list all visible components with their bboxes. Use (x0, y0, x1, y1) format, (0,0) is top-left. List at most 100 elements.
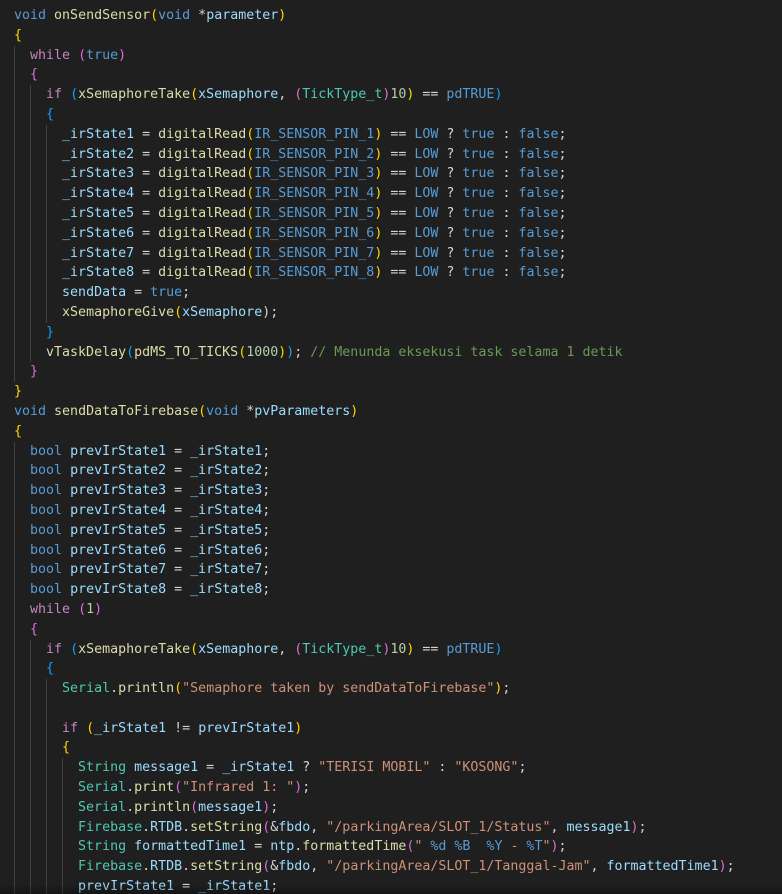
code-line[interactable]: _irState6 = digitalRead(IR_SENSOR_PIN_6)… (14, 223, 735, 244)
code-token: String (78, 760, 127, 776)
code-token: RTDB (150, 819, 183, 835)
code-line[interactable]: while (1) (14, 599, 735, 620)
code-line[interactable]: sendData = true; (14, 283, 735, 303)
code-line[interactable]: Serial.print("Infrared 1: "); (14, 778, 735, 798)
code-line[interactable]: _irState4 = digitalRead(IR_SENSOR_PIN_4)… (14, 184, 735, 204)
code-line[interactable]: } (14, 382, 735, 402)
code-token: // Menunda eksekusi task selama 1 detik (310, 344, 623, 360)
code-token: { (14, 27, 23, 43)
code-line[interactable]: { (14, 659, 735, 680)
code-token: ; (558, 126, 567, 142)
code-line[interactable]: bool prevIrState4 = _irState4; (14, 500, 735, 521)
code-line[interactable]: { (14, 738, 735, 759)
code-token: false (518, 126, 559, 142)
code-area[interactable]: void onSendSensor(void *parameter){ whil… (14, 6, 735, 894)
code-token: { (30, 621, 39, 637)
code-token: %T (526, 839, 543, 855)
code-token: IR_SENSOR_PIN_4 (254, 186, 375, 202)
indent-guide (30, 659, 32, 680)
code-line[interactable]: _irState8 = digitalRead(IR_SENSOR_PIN_8)… (14, 263, 735, 284)
code-line[interactable]: bool prevIrState2 = _irState2; (14, 461, 735, 482)
code-token: ; (558, 205, 567, 221)
code-token: } (30, 364, 39, 380)
code-line[interactable]: bool prevIrState6 = _irState6; (14, 540, 735, 561)
code-editor[interactable]: void onSendSensor(void *parameter){ whil… (0, 0, 782, 894)
code-token: ? (294, 760, 319, 776)
code-token: ) (550, 839, 559, 855)
indent-guide (30, 144, 32, 165)
code-line[interactable]: bool prevIrState8 = _irState8; (14, 580, 735, 600)
code-line[interactable]: _irState2 = digitalRead(IR_SENSOR_PIN_2)… (14, 144, 735, 165)
code-line[interactable]: _irState3 = digitalRead(IR_SENSOR_PIN_3)… (14, 164, 735, 185)
code-token: String (78, 839, 127, 855)
code-line[interactable]: vTaskDelay(pdMS_TO_TICKS(1000)); // Menu… (14, 342, 735, 363)
code-token: : (494, 126, 519, 142)
code-line[interactable]: void sendDataToFirebase(void *pvParamete… (14, 402, 735, 422)
code-token: ( (174, 681, 183, 697)
code-token: . (182, 819, 191, 835)
code-line[interactable]: String formattedTime1 = ntp.formattedTim… (14, 837, 735, 858)
code-token: { (30, 67, 39, 83)
code-token: ( (198, 403, 207, 419)
code-line[interactable]: { (14, 65, 735, 86)
code-line[interactable]: _irState5 = digitalRead(IR_SENSOR_PIN_5)… (14, 203, 735, 224)
code-token: ; (558, 839, 567, 855)
code-line[interactable]: void onSendSensor(void *parameter) (14, 6, 735, 26)
code-line[interactable]: } (14, 362, 735, 383)
code-token: setString (190, 819, 263, 835)
code-token: bool (30, 542, 63, 558)
code-line[interactable]: _irState7 = digitalRead(IR_SENSOR_PIN_7)… (14, 243, 735, 264)
code-token: pdTRUE (446, 641, 495, 657)
indent-guide (14, 679, 15, 699)
code-token: prevIrState7 (70, 562, 167, 578)
indent-guide (46, 718, 48, 739)
code-line[interactable]: { (14, 104, 735, 125)
code-line[interactable]: Serial.println("Semaphore taken by sendD… (14, 679, 735, 699)
code-token: ( (70, 87, 79, 103)
code-token: ? (438, 126, 463, 142)
code-token: false (518, 245, 559, 261)
code-token: formattedTime1 (606, 859, 719, 875)
indent-guide (14, 342, 15, 363)
code-line[interactable]: if (xSemaphoreTake(xSemaphore, (TickType… (14, 85, 735, 105)
code-line[interactable] (14, 698, 735, 719)
code-line[interactable]: bool prevIrState1 = _irState1; (14, 441, 735, 462)
code-token: IR_SENSOR_PIN_5 (254, 205, 375, 221)
code-line[interactable]: while (true) (14, 45, 735, 66)
code-line[interactable]: bool prevIrState3 = _irState3; (14, 481, 735, 501)
code-line[interactable]: bool prevIrState5 = _irState5; (14, 520, 735, 541)
code-line[interactable]: if (_irState1 != prevIrState1) (14, 718, 735, 739)
code-line[interactable]: bool prevIrState7 = _irState7; (14, 560, 735, 581)
code-token: IR_SENSOR_PIN_8 (254, 265, 375, 281)
code-token: formattedTime (302, 839, 407, 855)
code-line[interactable]: { (14, 422, 735, 442)
code-line[interactable]: { (14, 619, 735, 640)
code-token: ( (126, 344, 135, 360)
indent-guide (46, 243, 48, 264)
indent-guide (14, 619, 15, 640)
code-token: ) (494, 87, 503, 103)
code-line[interactable]: xSemaphoreGive(xSemaphore); (14, 302, 735, 323)
indent-guide (46, 679, 48, 699)
code-token: != (166, 720, 199, 736)
code-line[interactable]: { (14, 26, 735, 46)
code-token: = (166, 502, 191, 518)
code-line[interactable]: if (xSemaphoreTake(xSemaphore, (TickType… (14, 639, 735, 660)
code-line[interactable]: Firebase.RTDB.setString(&fbdo, "/parking… (14, 817, 735, 838)
indent-guide (46, 263, 48, 284)
code-token: void (158, 8, 191, 23)
code-line[interactable]: _irState1 = digitalRead(IR_SENSOR_PIN_1)… (14, 124, 735, 145)
code-line[interactable]: Serial.println(message1); (14, 797, 735, 818)
code-token: _irState1 (222, 760, 295, 776)
code-token: prevIrState8 (70, 582, 167, 598)
code-line[interactable]: String message1 = _irState1 ? "TERISI MO… (14, 758, 735, 779)
code-line[interactable]: } (14, 322, 735, 343)
indent-guide (30, 857, 32, 878)
code-token: xSemaphoreTake (78, 641, 191, 657)
code-line[interactable]: Firebase.RTDB.setString(&fbdo, "/parking… (14, 857, 735, 878)
